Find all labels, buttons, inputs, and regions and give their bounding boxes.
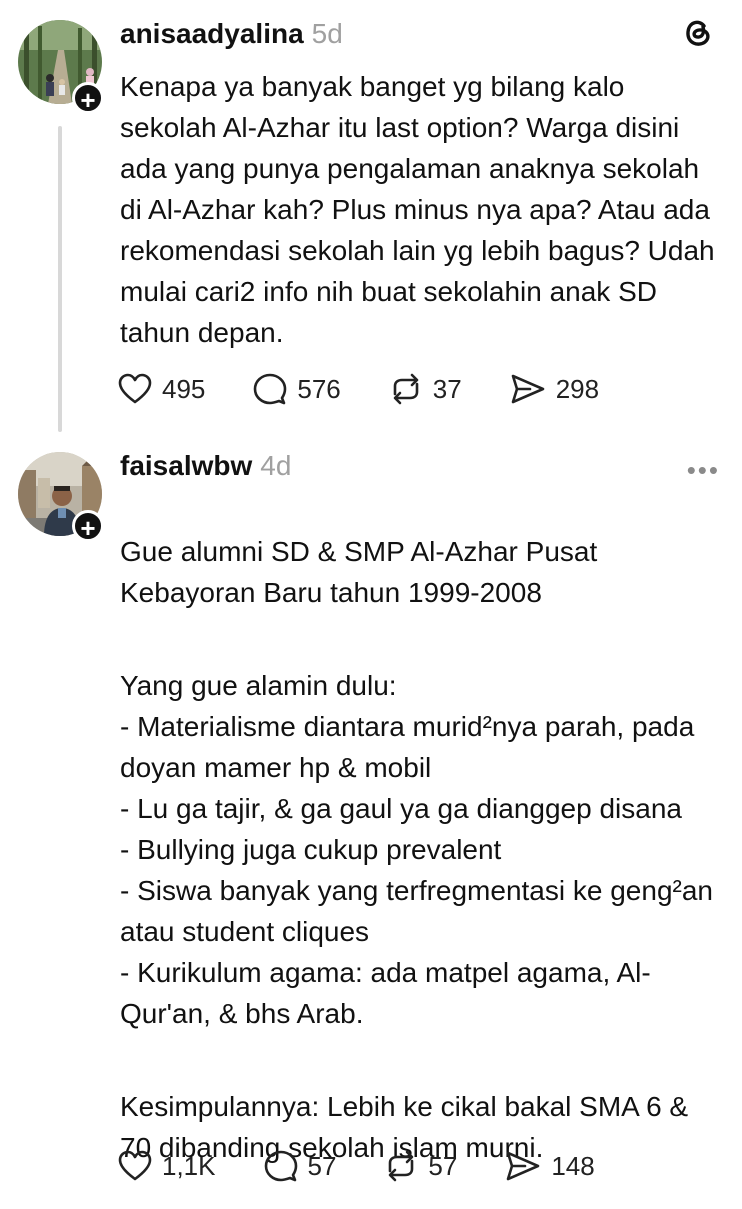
- share-button[interactable]: 148: [505, 1150, 595, 1182]
- action-bar: 1,1K 57 57 148: [118, 1146, 643, 1186]
- share-count: 148: [551, 1150, 595, 1181]
- like-button[interactable]: 1,1K: [118, 1150, 216, 1182]
- post-time: 4d: [260, 450, 292, 481]
- post-paragraph: Gue alumni SD & SMP Al-Azhar Pusat Kebay…: [120, 536, 598, 608]
- share-icon: [507, 1151, 540, 1181]
- username[interactable]: faisalwbw 4d: [120, 450, 291, 482]
- post-faisalwbw: + faisalwbw 4d ••• Gue alumni SD & SMP Al…: [0, 0, 742, 1200]
- comment-icon: [264, 1150, 297, 1182]
- follow-button[interactable]: +: [72, 510, 104, 543]
- repost-count: 57: [428, 1150, 458, 1181]
- more-options-button[interactable]: •••: [687, 455, 720, 486]
- reply-count: 57: [307, 1150, 337, 1181]
- like-count: 1,1K: [162, 1150, 216, 1181]
- repost-button[interactable]: 57: [384, 1149, 457, 1183]
- post-text: Gue alumni SD & SMP Al-Azhar Pusat Kebay…: [120, 490, 720, 1209]
- post-paragraph: Yang gue alamin dulu: - Materialisme dia…: [120, 670, 713, 1029]
- username-text[interactable]: faisalwbw: [120, 450, 252, 481]
- repost-icon: [389, 1150, 414, 1182]
- heart-icon: [118, 1150, 152, 1181]
- reply-button[interactable]: 57: [264, 1149, 337, 1183]
